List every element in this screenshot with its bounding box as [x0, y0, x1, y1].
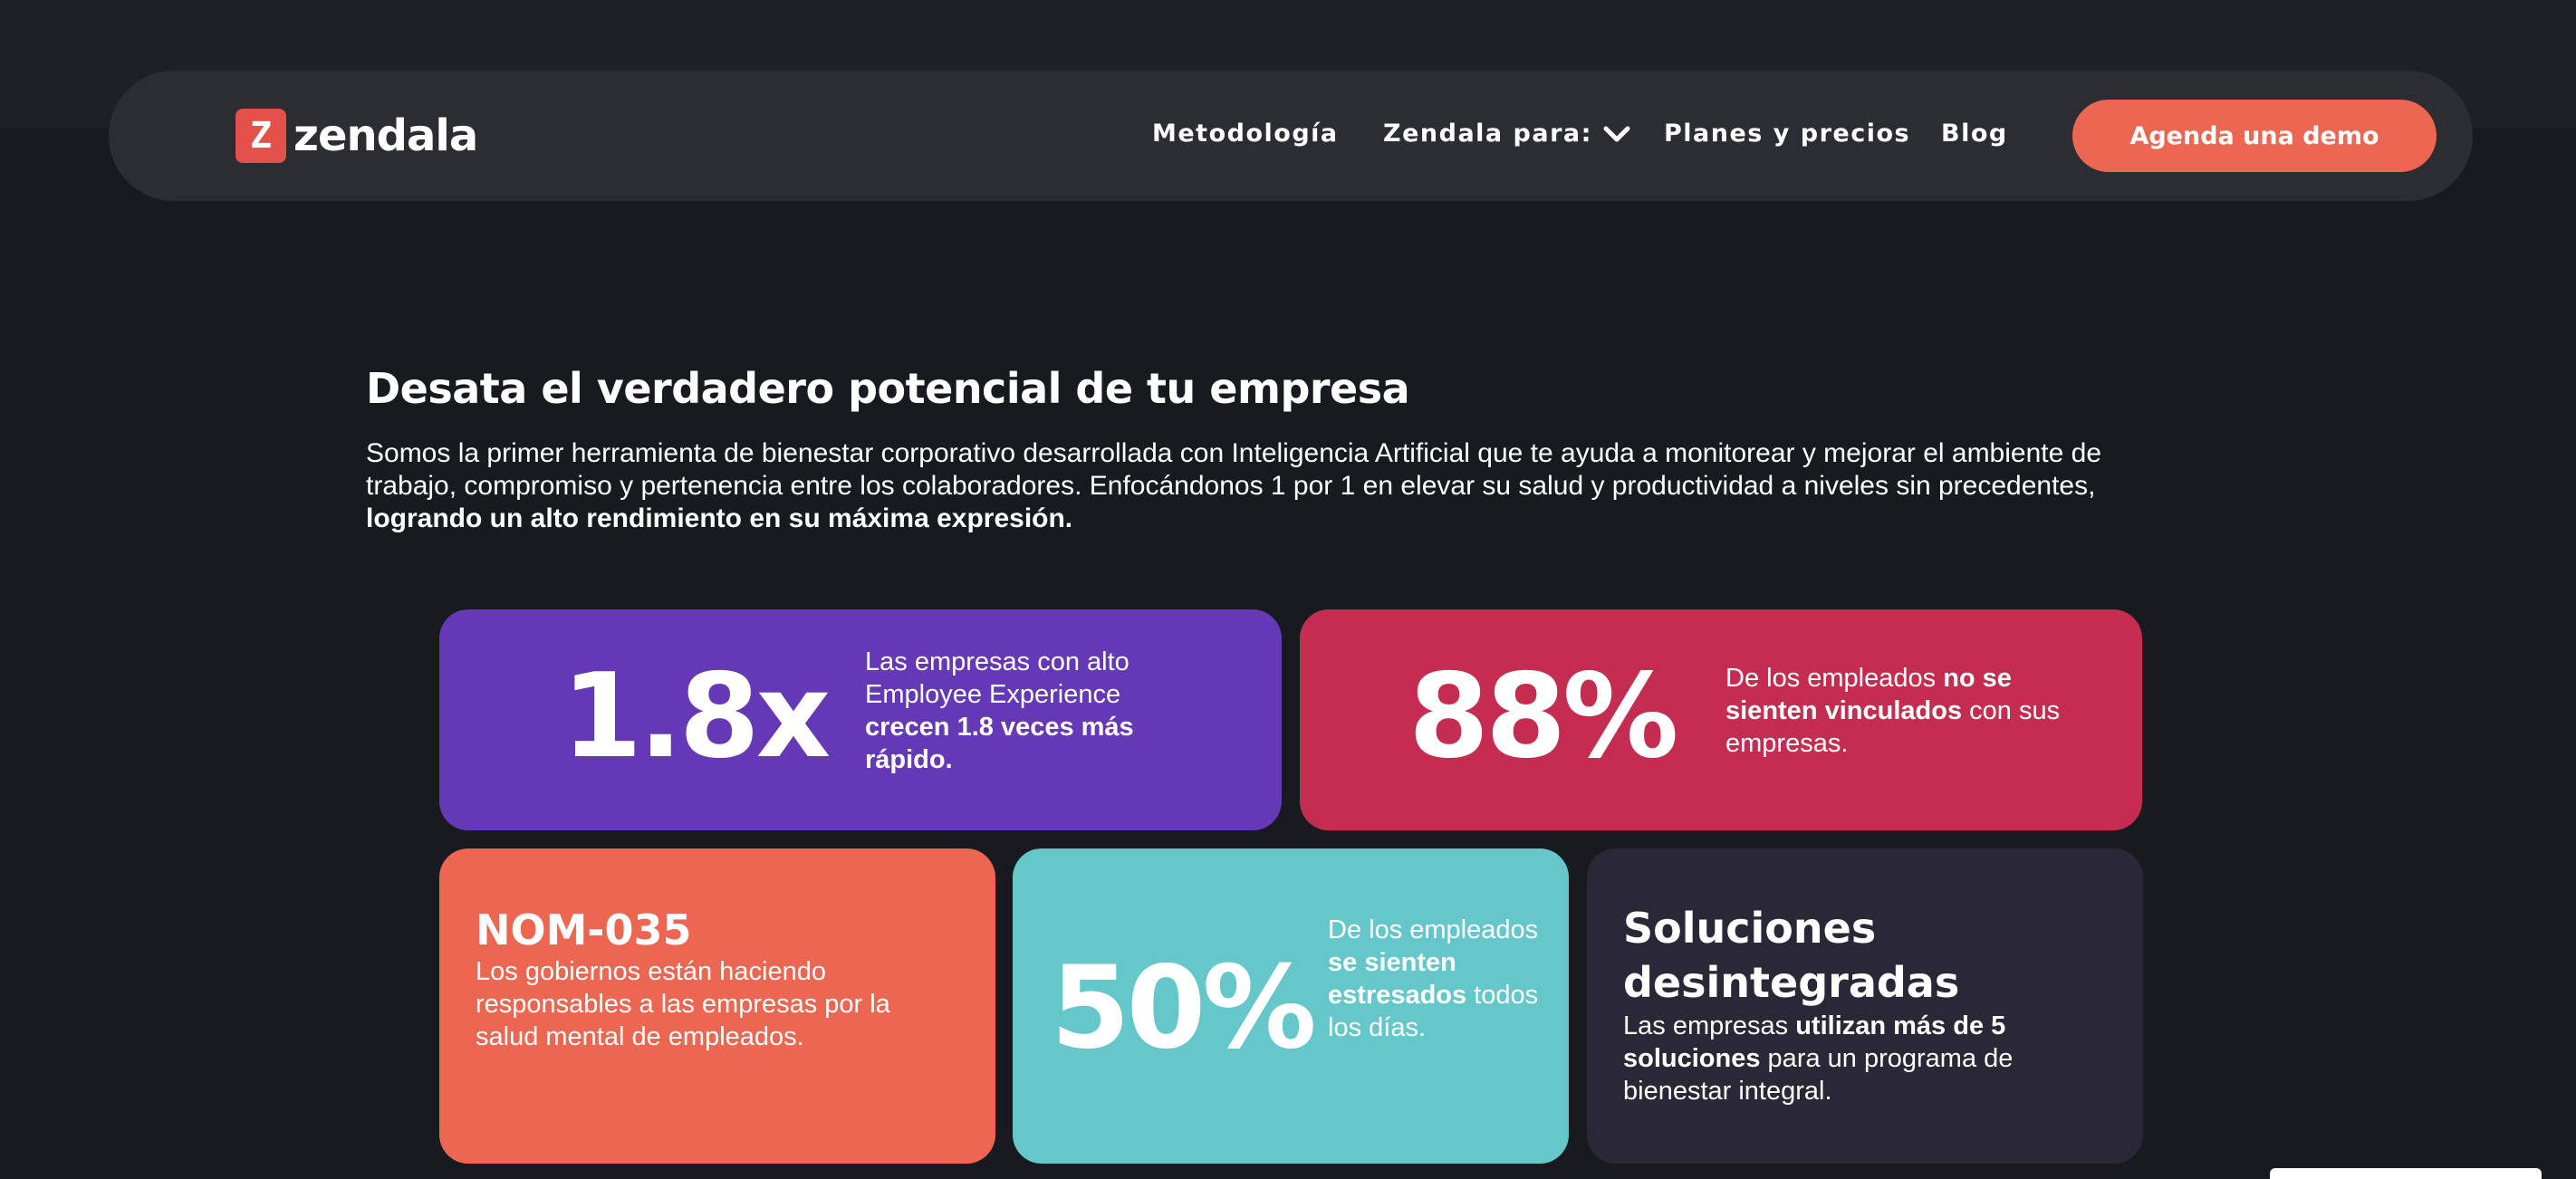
card-text: Las empresas [1623, 1011, 1796, 1040]
nav-zendala-para-label: Zendala para: [1383, 120, 1592, 148]
stat-text: Las empresas con alto Employee Experienc… [865, 647, 1129, 709]
stat-text: De los empleados [1328, 915, 1539, 944]
stat-description: De los empleados se sienten estresados t… [1328, 914, 1545, 1044]
stat-text: De los empleados [1725, 664, 1944, 693]
stat-card-nom035: NOM-035 Los gobiernos están haciendo res… [439, 848, 995, 1164]
card-title: Soluciones desintegradas [1623, 904, 1960, 1007]
stat-description: Las empresas con alto Employee Experienc… [865, 646, 1191, 776]
stat-card-solutions: Soluciones desintegradas Las empresas ut… [1587, 848, 2143, 1164]
card-description: Las empresas utilizan más de 5 solucione… [1623, 1010, 2094, 1107]
stat-card-stress: 50% De los empleados se sienten estresad… [1013, 848, 1569, 1164]
stat-card-engagement: 88% De los empleados no se sienten vincu… [1300, 609, 2142, 830]
stat-text-bold: se sienten estresados [1328, 948, 1467, 1010]
logo-text: zendala [293, 110, 478, 161]
stat-text-bold: crecen 1.8 veces más rápido. [865, 713, 1134, 774]
nav-metodologia[interactable]: Metodología [1152, 120, 1339, 148]
hero-intro-bold: logrando un alto rendimiento en su máxim… [366, 503, 1073, 533]
logo-mark-icon: Z [235, 109, 286, 163]
stat-description: De los empleados no se sienten vinculado… [1725, 662, 2079, 760]
hero-title: Desata el verdadero potencial de tu empr… [366, 364, 1410, 413]
logo[interactable]: Z zendala [235, 109, 478, 163]
navbar: Z zendala Metodología Zendala para: Plan… [109, 71, 2473, 201]
agenda-demo-button[interactable]: Agenda una demo [2072, 100, 2437, 172]
card-title: NOM-035 [476, 906, 692, 954]
nav-blog[interactable]: Blog [1941, 120, 2008, 148]
stat-card-growth: 1.8x Las empresas con alto Employee Expe… [439, 609, 1282, 830]
hero-intro-text: Somos la primer herramienta de bienestar… [366, 438, 2102, 501]
nav-planes-precios[interactable]: Planes y precios [1664, 120, 1910, 148]
stat-value: 88% [1408, 649, 1678, 784]
chevron-down-icon [1603, 126, 1630, 141]
card-description: Los gobiernos están haciendo responsable… [476, 957, 890, 1051]
nav-zendala-para[interactable]: Zendala para: [1383, 120, 1630, 148]
stat-value: 50% [1051, 941, 1317, 1074]
chat-widget-tab[interactable] [2270, 1168, 2542, 1179]
stat-value: 1.8x [562, 649, 831, 784]
hero-intro: Somos la primer herramienta de bienestar… [366, 437, 2196, 535]
